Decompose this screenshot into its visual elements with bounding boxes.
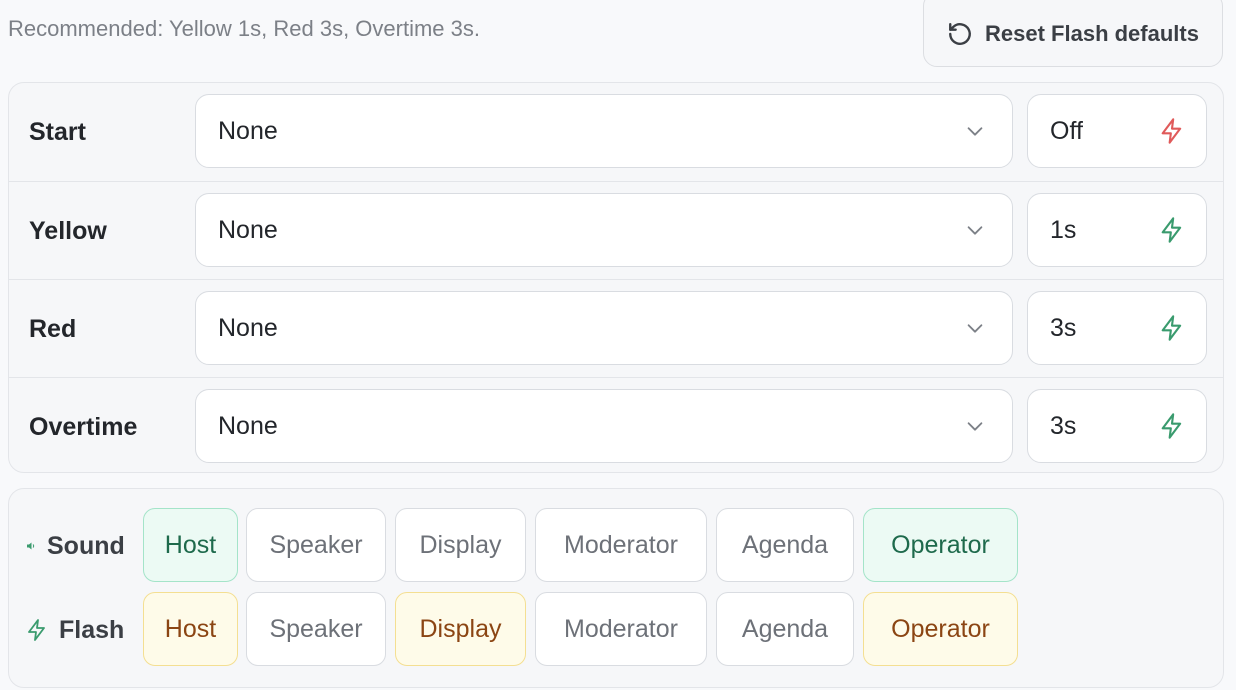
sound-chip-display[interactable]: Display (395, 508, 526, 582)
speaker-icon (27, 542, 35, 550)
flash-targets-row: Flash Host Speaker Display Moderator Age… (9, 592, 1223, 668)
sound-select-red[interactable]: None (195, 291, 1013, 365)
sound-chip-speaker[interactable]: Speaker (246, 508, 386, 582)
phase-row-start: Start None Off (9, 83, 1223, 181)
sound-chip-host[interactable]: Host (143, 508, 238, 582)
chevron-down-icon (967, 226, 983, 235)
flash-label-text: Flash (59, 615, 125, 644)
chevron-down-icon (967, 422, 983, 431)
select-value: None (218, 216, 278, 244)
sound-chip-operator[interactable]: Operator (863, 508, 1018, 582)
flash-chip-display[interactable]: Display (395, 592, 526, 666)
sound-select-start[interactable]: None (195, 94, 1013, 168)
sound-chip-agenda[interactable]: Agenda (716, 508, 854, 582)
sound-select-overtime[interactable]: None (195, 389, 1013, 463)
flash-chip-host[interactable]: Host (143, 592, 238, 666)
sound-chip-moderator[interactable]: Moderator (535, 508, 707, 582)
flash-duration-value: Off (1050, 117, 1083, 145)
reset-button-label: Reset Flash defaults (985, 20, 1199, 46)
flash-targets-label: Flash (25, 592, 124, 668)
reset-flash-defaults-button[interactable]: Reset Flash defaults (923, 0, 1223, 67)
phase-label: Start (29, 118, 86, 146)
reset-icon (949, 22, 971, 45)
chevron-down-icon (967, 324, 983, 333)
sound-label-text: Sound (47, 531, 125, 560)
phase-label: Yellow (29, 217, 107, 245)
flash-duration-value: 3s (1050, 412, 1077, 440)
phase-label: Red (29, 315, 77, 343)
flash-duration-yellow[interactable]: 1s (1027, 193, 1207, 267)
select-value: None (218, 314, 278, 342)
phase-row-yellow: Yellow None 1s (9, 181, 1223, 280)
lightning-icon (1161, 315, 1182, 341)
flash-duration-start[interactable]: Off (1027, 94, 1207, 168)
sound-targets-label: Sound (25, 508, 125, 584)
phase-settings-panel: Start None Off Yellow None 1s Red None 3… (8, 82, 1224, 473)
chevron-down-icon (967, 127, 983, 136)
target-chips-panel: Sound Host Speaker Display Moderator Age… (8, 488, 1224, 688)
flash-chip-moderator[interactable]: Moderator (535, 592, 707, 666)
select-value: None (218, 117, 278, 145)
flash-duration-overtime[interactable]: 3s (1027, 389, 1207, 463)
flash-duration-value: 1s (1050, 216, 1077, 244)
flash-duration-red[interactable]: 3s (1027, 291, 1207, 365)
lightning-icon (1161, 413, 1182, 439)
phase-row-red: Red None 3s (9, 279, 1223, 378)
recommendation-hint: Recommended: Yellow 1s, Red 3s, Overtime… (8, 16, 481, 41)
phase-row-overtime: Overtime None 3s (9, 377, 1223, 476)
sound-select-yellow[interactable]: None (195, 193, 1013, 267)
flash-chip-agenda[interactable]: Agenda (716, 592, 854, 666)
lightning-icon (1161, 217, 1182, 243)
flash-duration-value: 3s (1050, 314, 1077, 342)
lightning-icon (28, 619, 45, 641)
select-value: None (218, 412, 278, 440)
phase-label: Overtime (29, 413, 138, 441)
sound-targets-row: Sound Host Speaker Display Moderator Age… (9, 508, 1223, 584)
flash-chip-speaker[interactable]: Speaker (246, 592, 386, 666)
flash-chip-operator[interactable]: Operator (863, 592, 1018, 666)
lightning-icon (1161, 118, 1182, 144)
